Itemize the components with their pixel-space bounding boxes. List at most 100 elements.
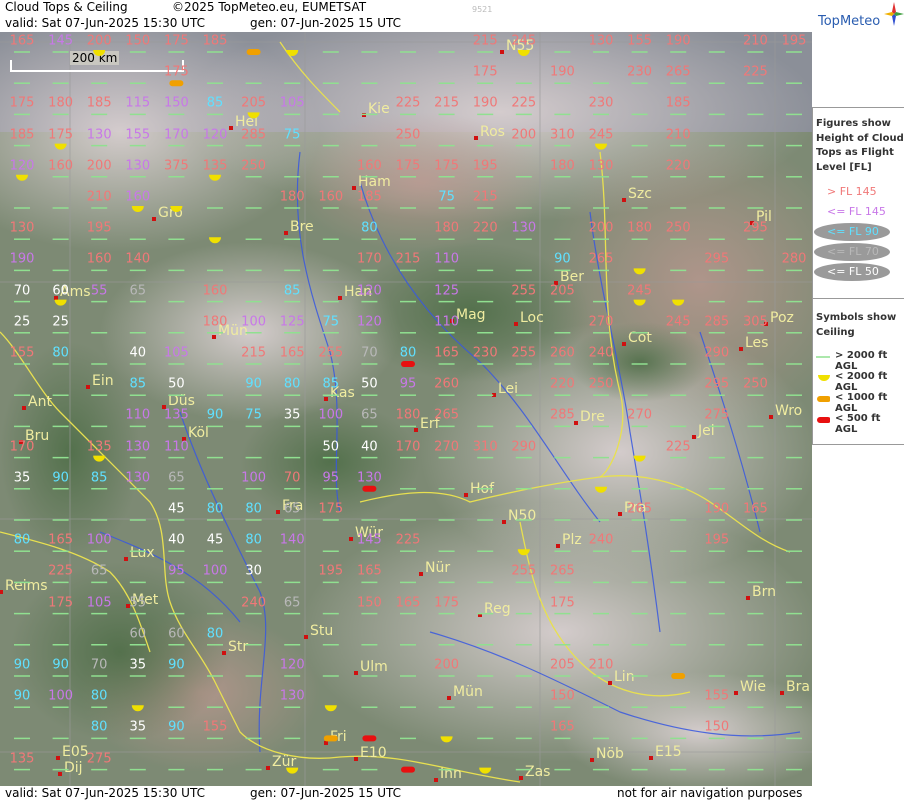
cloud-top-value: 210: [86, 189, 112, 205]
cloud-top-value: 150: [704, 719, 730, 735]
cloud-top-value: 155: [202, 719, 228, 735]
scale-bar: 200 km: [10, 51, 184, 72]
city-marker: [464, 493, 468, 497]
cloud-top-value: 210: [588, 657, 614, 673]
cloud-top-value: 180: [627, 220, 653, 236]
city-label: Lin: [614, 669, 635, 685]
cloud-top-value: 175: [163, 33, 189, 49]
cloud-top-value: 140: [279, 532, 305, 548]
cloud-top-value: 150: [163, 95, 189, 111]
legend-ceiling-symbol: [816, 356, 830, 358]
cloud-top-value: 45: [206, 532, 224, 548]
disclaimer-text: not for air navigation purposes: [617, 786, 803, 800]
cloud-top-value: 190: [704, 501, 730, 517]
cloud-top-value: 265: [588, 251, 614, 267]
cloud-top-value: 195: [86, 220, 112, 236]
legend-separator: [813, 298, 904, 299]
cloud-top-value: 190: [665, 33, 691, 49]
cloud-top-value: 270: [627, 407, 653, 423]
cloud-top-value: 150: [356, 595, 382, 611]
cloud-top-value: 245: [627, 283, 653, 299]
satellite-map[interactable]: 200 km N55 Kie Hel Ros Ham Gro Szc Bre Pil Ber Ams…: [0, 32, 812, 786]
city-label: Szc: [628, 186, 652, 202]
cloud-top-value: 80: [283, 376, 301, 392]
cloud-top-value: 225: [395, 532, 421, 548]
legend-flight-level: <= FL 145: [827, 205, 886, 218]
cloud-top-value: 165: [279, 345, 305, 361]
city-marker: [212, 335, 216, 339]
cloud-top-value: 65: [90, 563, 108, 579]
cloud-top-value: 85: [90, 470, 108, 486]
cloud-top-value: 60: [52, 283, 69, 299]
city-marker: [338, 296, 342, 300]
legend-ceiling-label: < 500 ft AGL: [835, 413, 881, 435]
city-marker: [434, 778, 438, 782]
cloud-top-value: 180: [434, 220, 460, 236]
cloud-top-value: 85: [283, 283, 301, 299]
cloud-top-value: 95: [322, 470, 340, 486]
cloud-top-value: 80: [90, 719, 108, 735]
city-marker: [447, 696, 451, 700]
city-marker: [514, 322, 518, 326]
cloud-top-value: 265: [434, 407, 460, 423]
cloud-top-value: 170: [9, 439, 35, 455]
city-label: Wro: [775, 403, 803, 419]
city-label: Jel: [698, 423, 715, 439]
cloud-top-value: 215: [241, 345, 267, 361]
cloud-top-value: 275: [86, 751, 112, 767]
cloud-top-value: 245: [588, 127, 614, 143]
cloud-top-value: 180: [279, 189, 305, 205]
cloud-top-value: 65: [361, 407, 378, 423]
city-label: Ber: [560, 269, 584, 285]
cloud-top-value: 50: [168, 376, 185, 392]
cloud-top-value: 115: [125, 95, 151, 111]
cloud-top-value: 50: [322, 439, 340, 455]
cloud-top-value: 165: [395, 595, 421, 611]
cloud-top-value: 185: [86, 95, 112, 111]
cloud-top-value: 120: [9, 158, 35, 174]
city-marker: [556, 544, 560, 548]
cloud-top-value: 170: [356, 251, 382, 267]
cloud-top-value: 225: [395, 95, 421, 111]
cloud-top-value: 65: [129, 283, 147, 299]
cloud-top-value: 60: [129, 626, 147, 642]
city-label: N50: [508, 508, 537, 524]
cloud-top-value: 80: [52, 345, 69, 361]
cloud-top-value: 50: [361, 376, 378, 392]
cloud-top-value: 225: [48, 563, 74, 579]
cloud-top-value: 125: [434, 283, 460, 299]
city-marker: [354, 671, 358, 675]
cloud-top-value: 85: [206, 95, 224, 111]
cloud-top-value: 100: [202, 563, 228, 579]
city-label: Str: [228, 639, 249, 655]
city-marker: [419, 572, 423, 576]
cloud-top-value: 80: [206, 501, 224, 517]
cloud-top-value: 190: [472, 95, 498, 111]
city-marker: [746, 596, 750, 600]
cloud-top-value: 90: [168, 719, 185, 735]
cloud-top-value: 25: [52, 314, 69, 330]
city-label: Lux: [130, 545, 155, 561]
cloud-top-value: 60: [168, 626, 185, 642]
topmeteo-logo: TopMeteo: [818, 0, 904, 32]
city-label: Dij: [64, 760, 83, 776]
city-label: E15: [655, 744, 682, 760]
cloud-top-value: 175: [48, 595, 74, 611]
compass-star-icon: [884, 2, 904, 26]
city-label: Gro: [158, 205, 183, 221]
cloud-top-value: 175: [395, 158, 421, 174]
cloud-top-value: 70: [13, 283, 31, 299]
cloud-top-value: 165: [549, 719, 575, 735]
cloud-top-value: 165: [742, 501, 768, 517]
cloud-top-value: 75: [322, 314, 340, 330]
cloud-top-value: 105: [279, 95, 305, 111]
cloud-top-value: 135: [163, 407, 189, 423]
cloud-top-value: 195: [704, 532, 730, 548]
cloud-top-value: 155: [125, 127, 151, 143]
city-marker: [58, 772, 62, 776]
cloud-top-value: 90: [52, 470, 69, 486]
cloud-top-value: 230: [588, 95, 614, 111]
city-label: E10: [360, 745, 387, 761]
cloud-top-value: 120: [356, 283, 382, 299]
cloud-top-value: 175: [163, 64, 189, 80]
